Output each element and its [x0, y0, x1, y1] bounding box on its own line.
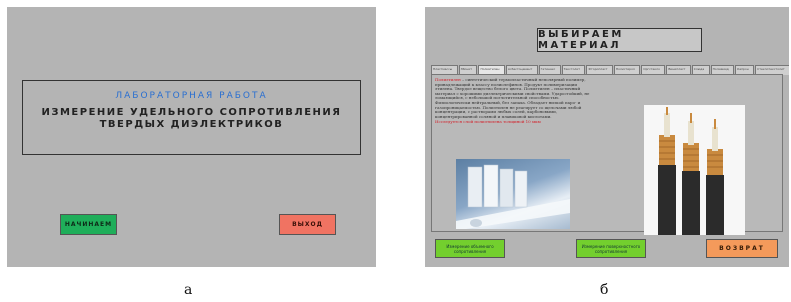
return-button[interactable]: ВОЗВРАТ [706, 239, 778, 258]
exit-button[interactable]: ВЫХОД [279, 214, 336, 235]
screen-b-material: ВЫБИРАЕМ МАТЕРИАЛ Пластмассы Эбонит Поли… [425, 7, 789, 267]
film-rolls-image [456, 164, 570, 229]
material-paragraph: – синтетический термопластичный неполярн… [435, 77, 590, 119]
lab-work-subtitle: ЛАБОРАТОРНАЯ РАБОТА [115, 91, 268, 101]
caption-b: б [600, 282, 609, 298]
caption-a: а [184, 282, 193, 298]
thickness-note: Исследуется слой полиэтилена толщиной 10… [435, 119, 541, 125]
title-frame: ЛАБОРАТОРНАЯ РАБОТА ИЗМЕРЕНИЕ УДЕЛЬНОГО … [22, 80, 361, 155]
material-description: Полиэтилен – синтетический термопластичн… [435, 77, 595, 125]
title-line-2: ТВЕРДЫХ ДИЭЛЕКТРИКОВ [99, 119, 284, 130]
surface-resistance-button[interactable]: Измерение поверхностного сопротивления [576, 239, 646, 258]
experiment-title: ИЗМЕРЕНИЕ УДЕЛЬНОГО СОПРОТИВЛЕНИЯ ТВЕРДЫ… [23, 107, 360, 131]
material-panel: Полиэтилен – синтетический термопластичн… [431, 74, 783, 235]
title-line-1: ИЗМЕРЕНИЕ УДЕЛЬНОГО СОПРОТИВЛЕНИЯ [41, 107, 342, 118]
material-header: ВЫБИРАЕМ МАТЕРИАЛ [537, 28, 702, 52]
start-button[interactable]: НАЧИНАЕМ [60, 214, 117, 235]
screen-a-start: ЛАБОРАТОРНАЯ РАБОТА ИЗМЕРЕНИЕ УДЕЛЬНОГО … [7, 7, 376, 267]
volume-resistance-button[interactable]: Измерение объемного сопротивления [435, 239, 505, 258]
cable-image [658, 107, 724, 235]
coaxial-cable-photo [644, 105, 745, 235]
polyethylene-film-photo [456, 159, 570, 229]
